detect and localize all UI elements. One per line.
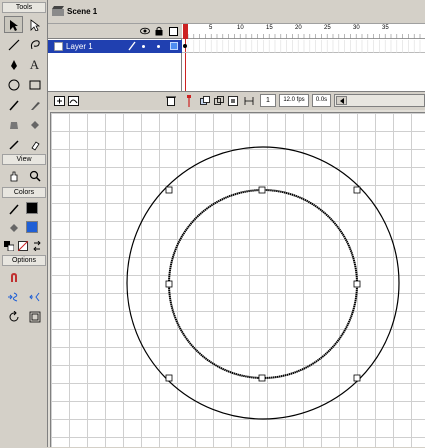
handle-middle-left[interactable]	[165, 280, 173, 288]
inner-circle-selected[interactable]	[168, 189, 358, 379]
stroke-color-icon[interactable]	[4, 200, 23, 217]
timeline-panel: Layer 1 5 10 15 20 25 30 35 1 12.0 fps 0…	[48, 24, 425, 110]
ruler-number: 20	[295, 25, 302, 31]
lock-icon[interactable]	[155, 26, 163, 38]
timeline-h-scrollbar[interactable]	[334, 94, 425, 107]
current-frame-field[interactable]: 1	[260, 94, 276, 107]
lasso-tool-icon[interactable]	[25, 36, 44, 53]
ink-bottle-tool-icon[interactable]	[4, 116, 23, 133]
frame-row[interactable]	[182, 40, 425, 53]
ruler-number: 30	[353, 25, 360, 31]
tools-title: Tools	[2, 2, 46, 13]
eraser-tool-icon[interactable]	[25, 136, 44, 153]
pencil-tool-icon[interactable]	[4, 96, 23, 113]
layer-row[interactable]: Layer 1	[48, 40, 182, 53]
handle-bottom-middle[interactable]	[258, 374, 266, 382]
layer-page-icon	[54, 42, 63, 53]
frame-ruler: 5 10 15 20 25 30 35	[182, 24, 425, 39]
scene-clapper-icon	[52, 6, 64, 16]
visible-dot-icon[interactable]	[142, 45, 145, 48]
playhead[interactable]	[183, 24, 188, 39]
paint-bucket-tool-icon[interactable]	[25, 116, 44, 133]
ruler-number: 25	[324, 25, 331, 31]
add-guide-layer-icon[interactable]	[68, 96, 79, 108]
snap-magnet-icon[interactable]	[4, 268, 23, 285]
tools-panel: Tools A View Colors Options	[0, 0, 48, 447]
edit-multiple-frames-icon[interactable]	[228, 96, 238, 108]
unlocked-dot-icon[interactable]	[157, 45, 160, 48]
layer-panel: Layer 1	[48, 24, 182, 110]
delete-layer-trash-icon[interactable]	[166, 95, 176, 108]
stroke-color-swatch[interactable]	[26, 202, 38, 214]
ruler-number: 35	[382, 25, 389, 31]
layer-header	[48, 24, 182, 39]
handle-top-right[interactable]	[353, 186, 361, 194]
scene-name[interactable]: Scene 1	[67, 7, 97, 16]
swap-colors-icon[interactable]	[30, 237, 44, 254]
handle-middle-right[interactable]	[353, 280, 361, 288]
handle-top-left[interactable]	[165, 186, 173, 194]
ruler-number: 10	[237, 25, 244, 31]
elapsed-time-field[interactable]: 0.0s	[312, 94, 331, 107]
show-hide-eye-icon[interactable]	[140, 27, 150, 37]
stage-drawing	[126, 146, 400, 420]
pen-tool-icon[interactable]	[4, 56, 23, 73]
layer-color-icon[interactable]	[170, 42, 178, 50]
view-section-label: View	[2, 154, 46, 165]
frame-rate-field[interactable]: 12.0 fps	[279, 94, 309, 107]
text-tool-icon[interactable]: A	[25, 56, 44, 73]
no-color-icon[interactable]	[16, 237, 30, 254]
insert-layer-icon[interactable]	[54, 96, 65, 108]
ruler-number: 5	[209, 25, 213, 31]
layer-name[interactable]: Layer 1	[66, 42, 93, 51]
subselect-tool-icon[interactable]	[25, 16, 44, 33]
brush-tool-icon[interactable]	[25, 96, 44, 113]
options-section-label: Options	[2, 255, 46, 266]
ruler-number: 15	[266, 25, 273, 31]
scale-icon[interactable]	[25, 308, 44, 325]
eyedropper-tool-icon[interactable]	[4, 136, 23, 153]
oval-tool-icon[interactable]	[4, 76, 23, 93]
straighten-icon[interactable]	[25, 288, 44, 305]
handle-bottom-left[interactable]	[165, 374, 173, 382]
onion-skin-icon[interactable]	[200, 96, 210, 108]
handle-bottom-right[interactable]	[353, 374, 361, 382]
arrow-tool-icon[interactable]	[4, 16, 23, 33]
keyframe-dot[interactable]	[183, 44, 187, 48]
colors-section-label: Colors	[2, 187, 46, 198]
modify-onion-markers-icon[interactable]	[244, 96, 254, 108]
layer-footer	[48, 91, 182, 110]
pencil-edit-icon	[128, 41, 136, 53]
scene-bar: Scene 1	[48, 0, 425, 24]
outline-square-icon[interactable]	[169, 27, 178, 36]
default-colors-icon[interactable]	[2, 237, 16, 254]
frame-footer: 1 12.0 fps 0.0s	[182, 91, 425, 110]
rotate-icon[interactable]	[4, 308, 23, 325]
bounding-box-handles	[165, 186, 361, 382]
stage-canvas[interactable]	[50, 112, 425, 447]
hand-tool-icon[interactable]	[4, 167, 23, 184]
center-frame-icon[interactable]	[186, 95, 192, 109]
fill-color-icon[interactable]	[4, 219, 23, 236]
scroll-left-arrow-icon[interactable]	[336, 96, 347, 105]
handle-top-middle[interactable]	[258, 186, 266, 194]
smooth-icon[interactable]	[4, 288, 23, 305]
zoom-tool-icon[interactable]	[25, 167, 44, 184]
line-tool-icon[interactable]	[4, 36, 23, 53]
onion-skin-outlines-icon[interactable]	[214, 96, 224, 108]
stage-area	[48, 110, 425, 447]
rectangle-tool-icon[interactable]	[25, 76, 44, 93]
frame-panel: 5 10 15 20 25 30 35 1 12.0 fps 0.0s	[182, 24, 425, 110]
fill-color-swatch[interactable]	[26, 221, 38, 233]
